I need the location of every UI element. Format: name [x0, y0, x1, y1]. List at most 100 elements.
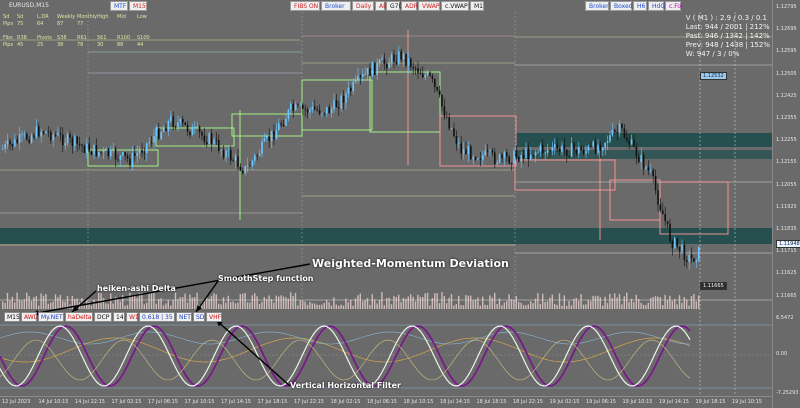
candle-body	[376, 62, 378, 75]
volume-bar	[534, 298, 537, 309]
indicator-button-0-618-35[interactable]: 0.618 | 35	[139, 312, 175, 322]
toolbar-button-m15[interactable]: M15	[129, 1, 147, 11]
toolbar-button-mtf[interactable]: MTF	[110, 1, 128, 11]
candle-body	[285, 118, 287, 126]
volume-bar	[539, 303, 541, 309]
toolbar-button-g70[interactable]: G70	[386, 1, 402, 11]
candle-body	[230, 149, 232, 161]
volume-bar	[150, 292, 153, 309]
candle-body	[333, 100, 335, 110]
candle-body	[6, 140, 9, 145]
candle-body	[196, 126, 198, 128]
toolbar-button-adr[interactable]: ADR	[401, 1, 418, 11]
volume-bar	[604, 296, 606, 309]
toolbar-button-ae[interactable]: AE	[375, 1, 387, 11]
toolbar-button-c-vwap[interactable]: c.VWAP	[441, 1, 469, 11]
volume-bar	[263, 297, 265, 309]
candle-body	[642, 155, 645, 169]
candle-body	[575, 149, 578, 154]
candle-body	[321, 113, 323, 114]
volume-bar	[542, 293, 544, 309]
volume-bar	[117, 298, 119, 309]
price-chart[interactable]	[0, 0, 800, 408]
volume-bar	[126, 305, 129, 309]
candle-body	[513, 150, 515, 164]
candle-body	[290, 103, 292, 110]
toolbar-button-hdg[interactable]: HdG	[648, 1, 665, 11]
toolbar-button-h6[interactable]: H6	[633, 1, 647, 11]
candle-body	[246, 165, 249, 167]
stats-cell: R61	[77, 35, 87, 41]
price-axis-label: 1.12355	[776, 115, 797, 121]
volume-bar	[688, 305, 690, 309]
volume-bar	[455, 303, 457, 309]
candle-body	[244, 165, 246, 173]
indicator-button-dcp[interactable]: DCP	[94, 312, 112, 322]
indicator-button-hadelta[interactable]: haDelta	[65, 312, 93, 322]
toolbar-button-fibs-on[interactable]: FIBS ON	[290, 1, 320, 11]
toolbar-button-m1[interactable]: M1	[470, 1, 484, 11]
candle-body	[484, 150, 486, 156]
support-zone	[0, 228, 772, 244]
indicator-button-sd[interactable]: SD	[193, 312, 205, 322]
volume-bar	[232, 301, 234, 309]
volume-bar	[354, 298, 357, 309]
volume-bar	[518, 302, 520, 309]
volume-bar	[275, 295, 277, 309]
indicator-button-m15[interactable]: M15	[4, 312, 20, 322]
stats-cell: Sd	[17, 14, 24, 20]
candle-body	[374, 62, 376, 75]
indicator-button-awd[interactable]: AWD	[21, 312, 38, 322]
candle-body	[400, 51, 402, 60]
volume-bar	[88, 301, 90, 309]
price-axis-label: 1.12505	[776, 70, 797, 77]
toolbar-button-c-fix[interactable]: c.Fix	[665, 1, 682, 11]
volume-bar	[386, 298, 388, 309]
volume-bar	[244, 292, 246, 309]
volume-bar	[506, 300, 508, 309]
toolbar-button-vwap[interactable]: VWAP	[418, 1, 440, 11]
candle-body	[117, 159, 119, 161]
stats-cell: 87	[57, 21, 64, 27]
indicator-button-vhf[interactable]: VHF	[206, 312, 222, 322]
candle-body	[318, 109, 321, 114]
candle-body	[407, 58, 410, 66]
indicator-button-w1[interactable]: W1	[126, 312, 139, 322]
toolbar-button-boxed[interactable]: Boxed	[610, 1, 632, 11]
stats-cell: Mid	[117, 14, 126, 20]
indicator-button-14[interactable]: 14	[113, 312, 125, 322]
candle-body	[674, 237, 676, 249]
candle-body	[112, 148, 114, 150]
candle-body	[395, 62, 398, 64]
candle-body	[422, 73, 424, 78]
toolbar-button-broker[interactable]: Broker	[585, 1, 609, 11]
volume-bar	[650, 297, 652, 309]
candle-body	[450, 128, 453, 130]
volume-bar	[321, 304, 323, 309]
candle-body	[429, 72, 431, 76]
indicator-button-net[interactable]: NET	[176, 312, 192, 322]
candle-body	[258, 153, 261, 156]
candle-body	[686, 260, 688, 262]
toolbar-button-broker[interactable]: Broker	[321, 1, 351, 11]
info-line-1: V ( M1 ) : 2.9 / 0.3 / 0.1	[685, 14, 767, 22]
volume-bar	[6, 292, 9, 309]
volume-bar	[575, 297, 577, 309]
candle-body	[611, 130, 614, 136]
volume-bar	[441, 292, 443, 309]
volume-bar	[266, 299, 268, 309]
indicator-button-my-net[interactable]: My.NET	[38, 312, 64, 322]
candle-body	[86, 143, 88, 153]
volume-bar	[359, 293, 361, 309]
volume-bar	[119, 301, 121, 309]
candle-body	[21, 134, 23, 135]
volume-bar	[270, 299, 273, 309]
candle-body	[621, 123, 623, 129]
toolbar-button-daily[interactable]: Daily	[352, 1, 374, 11]
candle-body	[554, 144, 556, 148]
volume-bar	[671, 301, 673, 309]
volume-bar	[282, 296, 285, 309]
candle-body	[172, 116, 174, 127]
candle-body	[9, 140, 11, 145]
candle-body	[191, 126, 194, 136]
